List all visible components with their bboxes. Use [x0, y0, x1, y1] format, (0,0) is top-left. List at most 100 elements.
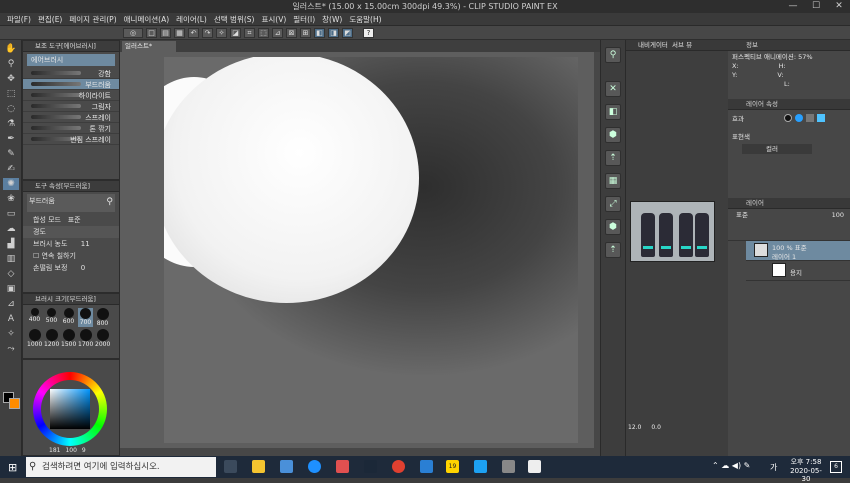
transform-icon[interactable]: ⌗ — [244, 27, 255, 38]
edge-icon[interactable] — [308, 460, 321, 473]
layer2-icon[interactable]: ◨ — [328, 27, 339, 38]
gradient-icon[interactable]: ▥ — [3, 253, 19, 265]
transform-icon[interactable]: ⤢ — [605, 196, 621, 212]
merge-icon[interactable]: ⇡ — [605, 150, 621, 166]
clock[interactable]: 오후 7:58 2020-05-30 — [786, 457, 826, 483]
effect-layer-color-icon[interactable] — [817, 114, 825, 122]
saturation-square[interactable] — [50, 389, 90, 429]
tab-subview[interactable]: 서브 뷰 — [672, 41, 692, 49]
menu-help[interactable]: 도움말(H) — [349, 14, 381, 25]
menu-window[interactable]: 창(W) — [322, 14, 342, 25]
subtool-group-tab[interactable]: 에어브러시 — [27, 54, 115, 66]
blend-icon[interactable]: ☁ — [3, 223, 19, 235]
brush-size-option[interactable]: 400 — [27, 308, 42, 327]
notification-icon[interactable]: 6 — [830, 461, 842, 473]
snap-ruler-icon[interactable]: ⊿ — [272, 27, 283, 38]
stabilizer-row[interactable]: 손떨림 보정 0 — [23, 262, 119, 274]
kakao-icon[interactable]: 19 — [446, 460, 459, 473]
brush-item[interactable]: 강함 — [23, 68, 119, 79]
fill-icon[interactable]: ◪ — [230, 27, 241, 38]
new-file-icon[interactable]: □ — [146, 27, 157, 38]
ruler-icon[interactable]: ⊿ — [3, 298, 19, 310]
menu-selection[interactable]: 선택 범위(S) — [214, 14, 255, 25]
save-icon[interactable]: ▦ — [174, 27, 185, 38]
brush-icon[interactable]: ✍ — [3, 163, 19, 175]
brush-item[interactable]: 하이라이트 — [23, 90, 119, 101]
tray-icons[interactable]: ⌃ ☁ ◀) ✎ — [712, 461, 750, 470]
ime-indicator[interactable]: 가 — [770, 462, 777, 473]
figure-icon[interactable]: ◇ — [3, 268, 19, 280]
brush-size-option[interactable]: 1000 — [27, 329, 42, 348]
chrome-icon[interactable] — [392, 460, 405, 473]
steam-icon[interactable] — [364, 460, 377, 473]
brush-item[interactable]: 스프레이 — [23, 112, 119, 123]
clear-icon[interactable]: ✧ — [216, 27, 227, 38]
brush-size-option[interactable]: 500 — [44, 308, 59, 327]
snap-special-icon[interactable]: ⊞ — [300, 27, 311, 38]
close-button[interactable]: ✕ — [828, 0, 850, 13]
brush-size-option[interactable]: 600 — [61, 308, 76, 327]
store-icon[interactable] — [280, 460, 293, 473]
pin-icon[interactable]: ⬢ — [605, 127, 621, 143]
taskbar-search[interactable]: ⚲ 검색하려면 여기에 입력하십시오. — [26, 457, 216, 477]
redo-icon[interactable]: ↷ — [202, 27, 213, 38]
canvas-tab[interactable]: 일러스트* — [122, 41, 176, 52]
layer-row-selected[interactable]: 100 % 표준 레이어 1 — [746, 241, 850, 261]
help-icon[interactable]: ? — [363, 27, 374, 38]
pen-icon[interactable]: ✒ — [3, 133, 19, 145]
twitter-icon[interactable] — [474, 460, 487, 473]
pencil-icon[interactable]: ✎ — [3, 148, 19, 160]
frame-icon[interactable]: ▣ — [3, 283, 19, 295]
brush-size-option[interactable]: 2000 — [95, 329, 110, 348]
minimize-button[interactable]: — — [782, 0, 804, 13]
menu-view[interactable]: 표시(V) — [261, 14, 286, 25]
brush-size-option[interactable]: 1500 — [61, 329, 76, 348]
move-icon[interactable]: ✥ — [3, 73, 19, 85]
selection-icon[interactable]: ⬚ — [3, 88, 19, 100]
text-icon[interactable]: A — [3, 313, 19, 325]
brush-size-option-selected[interactable]: 700 — [78, 308, 93, 327]
fill-bucket-icon[interactable]: ▟ — [3, 238, 19, 250]
tab-navigator[interactable]: 내비게이터 — [638, 41, 668, 49]
horizontal-scrollbar[interactable] — [120, 448, 600, 456]
windows-start-icon[interactable]: ⊞ — [8, 461, 17, 474]
lasso-icon[interactable]: ◌ — [3, 103, 19, 115]
clip-paint-task-icon[interactable] — [528, 460, 541, 473]
mail-icon[interactable] — [420, 460, 433, 473]
continuous-row[interactable]: ☐ 연속 칠하기 — [23, 250, 119, 262]
density-row[interactable]: 브러시 농도 11 — [23, 238, 119, 250]
subview-thumbnail[interactable] — [630, 201, 715, 262]
undo-icon[interactable]: ↶ — [188, 27, 199, 38]
brush-size-option[interactable]: 800 — [95, 308, 110, 327]
layer-copy-icon[interactable]: ◧ — [605, 104, 621, 120]
file-explorer-icon[interactable] — [252, 460, 265, 473]
clip-studio-task-icon[interactable] — [502, 460, 515, 473]
menu-edit[interactable]: 편집(E) — [38, 14, 62, 25]
blend-mode-row[interactable]: 합성 모드 표준 — [23, 214, 119, 226]
lock-icon[interactable]: ⬢ — [605, 219, 621, 235]
navigator-zoom[interactable]: 12.0 — [628, 424, 641, 431]
brush-item-selected[interactable]: 부드러움 — [23, 79, 119, 90]
balloon-icon[interactable]: ✧ — [3, 328, 19, 340]
effect-border-icon[interactable] — [784, 114, 792, 122]
brush-item[interactable]: 톤 깎기 — [23, 123, 119, 134]
close-icon[interactable]: ✕ — [605, 81, 621, 97]
menu-filter[interactable]: 필터(I) — [293, 14, 315, 25]
snap-grid-icon[interactable]: ⊠ — [286, 27, 297, 38]
decoration-icon[interactable]: ❀ — [3, 193, 19, 205]
zoom-icon[interactable]: ⚲ — [3, 58, 19, 70]
menu-file[interactable]: 파일(F) — [7, 14, 31, 25]
open-file-icon[interactable]: ▤ — [160, 27, 171, 38]
eraser-icon[interactable]: ▭ — [3, 208, 19, 220]
layer-icon[interactable]: ◧ — [314, 27, 325, 38]
app-icon[interactable] — [336, 460, 349, 473]
hardness-row[interactable]: 경도 — [23, 226, 119, 238]
brush-item[interactable]: 그림자 — [23, 101, 119, 112]
menu-page[interactable]: 페이지 관리(P) — [69, 14, 116, 25]
layer-blend-row[interactable]: 표준 100 — [728, 209, 850, 221]
airbrush-icon[interactable]: ✺ — [3, 178, 19, 190]
correct-line-icon[interactable]: ⤳ — [3, 343, 19, 355]
menu-animation[interactable]: 애니메이션(A) — [124, 14, 169, 25]
document-canvas[interactable] — [164, 57, 578, 443]
maximize-button[interactable]: ☐ — [805, 0, 827, 13]
